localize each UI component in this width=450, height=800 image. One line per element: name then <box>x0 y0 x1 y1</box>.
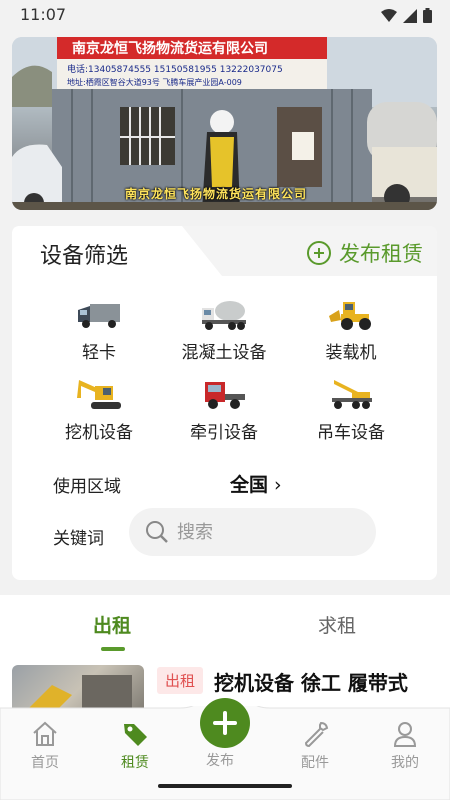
category-tractor[interactable]: 牵引设备 <box>159 376 289 446</box>
listing-tabs: 出租 求租 <box>0 595 450 653</box>
tractor-truck-icon <box>205 382 245 409</box>
home-indicator[interactable] <box>158 784 292 788</box>
nav-parts[interactable]: 配件 <box>285 720 345 772</box>
publish-fab-button[interactable] <box>200 698 250 748</box>
publish-rent-button[interactable]: 发布租赁 <box>307 238 423 268</box>
signal-icon <box>403 8 417 23</box>
nav-label: 配件 <box>301 755 329 771</box>
sign-phone: 电话:13405874555 15150581955 13222037075 <box>67 63 283 75</box>
plus-circle-icon <box>307 241 331 265</box>
equipment-filter-card: 设备筛选 发布租赁 轻卡 混凝土设备 装载机 挖机设备 牵引设备 吊车设备 使用… <box>12 226 437 580</box>
category-label: 轻卡 <box>82 343 116 363</box>
nav-label: 发布 <box>206 753 234 769</box>
excavator-icon <box>77 380 121 409</box>
tab-rent-wanted[interactable]: 求租 <box>318 611 356 638</box>
search-box[interactable] <box>129 508 376 556</box>
category-concrete[interactable]: 混凝土设备 <box>159 296 289 366</box>
banner-caption: 南京龙恒飞扬物流货运有限公司 <box>125 187 308 201</box>
keyword-label: 关键词 <box>53 529 104 549</box>
wifi-icon <box>381 8 397 22</box>
wrench-icon <box>304 721 329 748</box>
area-selector[interactable]: 全国 › <box>230 470 282 497</box>
home-icon <box>33 721 57 746</box>
area-label: 使用区域 <box>53 477 121 497</box>
status-bar: 11:07 <box>0 0 450 30</box>
category-light-truck[interactable]: 轻卡 <box>34 296 164 366</box>
tab-rent-out[interactable]: 出租 <box>93 611 131 638</box>
category-label: 混凝土设备 <box>181 343 267 363</box>
search-icon <box>146 521 168 543</box>
user-icon <box>393 722 417 747</box>
nav-label: 首页 <box>31 755 59 771</box>
area-value: 全国 <box>230 474 269 496</box>
category-label: 装载机 <box>325 343 377 363</box>
concrete-mixer-icon <box>202 301 246 330</box>
light-truck-icon <box>78 304 120 328</box>
sign-title: 南京龙恒飞扬物流货运有限公司 <box>72 40 268 57</box>
banner-carousel[interactable]: 南京龙恒飞扬物流货运有限公司 电话:13405874555 1515058195… <box>12 37 437 210</box>
category-label: 挖机设备 <box>65 423 133 443</box>
publish-rent-label: 发布租赁 <box>339 242 423 266</box>
battery-icon <box>423 8 432 23</box>
nav-home[interactable]: 首页 <box>15 720 75 772</box>
bottom-nav: 首页 租赁 发布 配件 我的 <box>0 698 450 800</box>
category-label: 牵引设备 <box>190 423 258 443</box>
sign-address: 地址:栖霞区智谷大道93号 飞腾车展产业园A-009 <box>67 77 242 87</box>
nav-label: 租赁 <box>121 755 149 771</box>
listing-title: 挖机设备 徐工 履带式 <box>214 671 408 695</box>
tag-icon <box>124 724 147 746</box>
category-loader[interactable]: 装载机 <box>286 296 416 366</box>
status-time: 11:07 <box>20 5 67 24</box>
category-excavator[interactable]: 挖机设备 <box>34 376 164 446</box>
search-input[interactable] <box>177 521 347 543</box>
filter-title: 设备筛选 <box>40 244 129 269</box>
listing-type-badge: 出租 <box>157 667 204 694</box>
category-label: 吊车设备 <box>317 423 385 443</box>
wheel-loader-icon <box>329 302 371 330</box>
nav-label: 我的 <box>391 755 419 771</box>
tab-underline <box>101 647 125 651</box>
crane-truck-icon <box>332 380 372 409</box>
nav-mine[interactable]: 我的 <box>375 720 435 772</box>
category-crane[interactable]: 吊车设备 <box>286 376 416 446</box>
status-icons <box>381 8 432 23</box>
chevron-right-icon: › <box>274 474 282 496</box>
nav-rent[interactable]: 租赁 <box>105 720 165 772</box>
